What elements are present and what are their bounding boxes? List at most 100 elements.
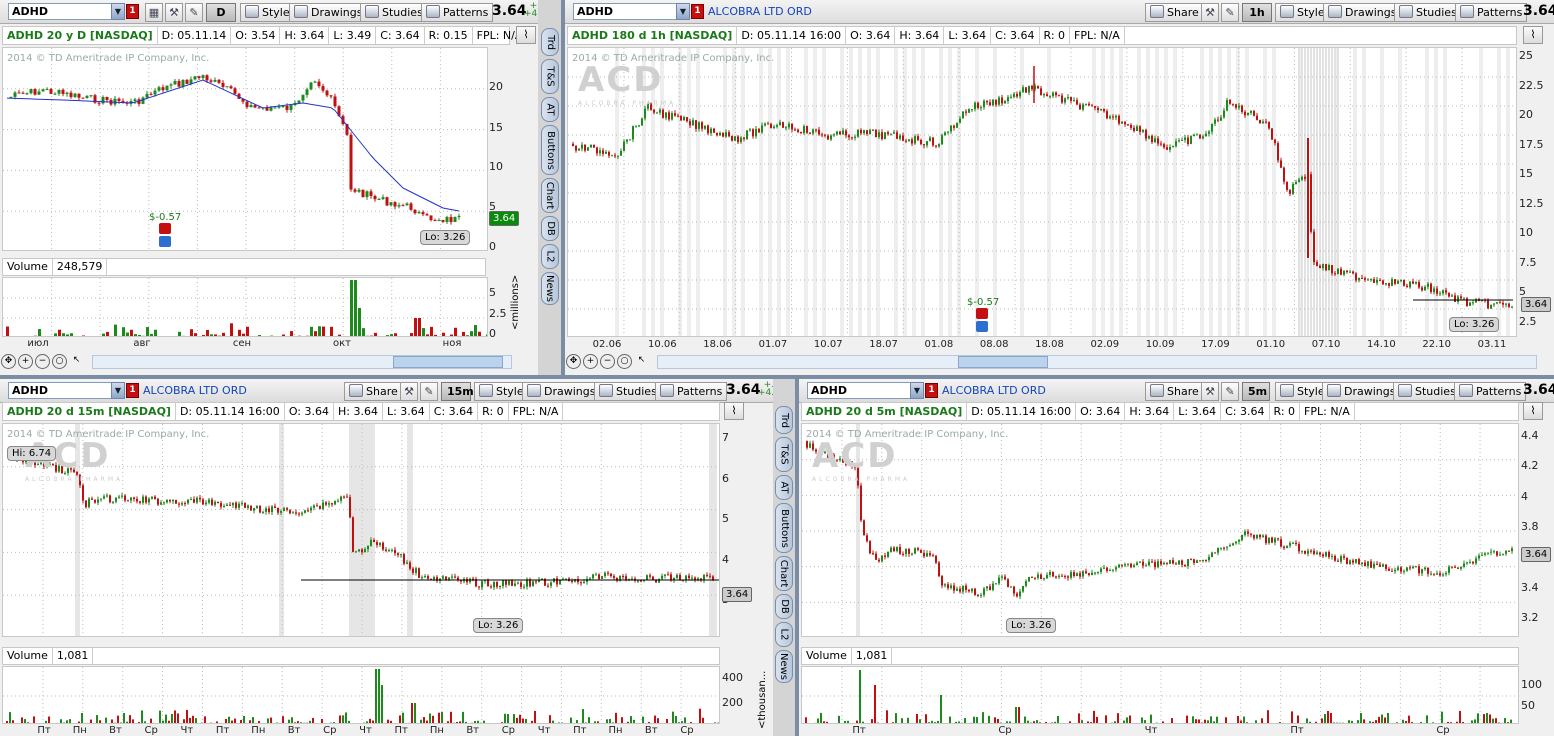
chart-settings-button[interactable]: ⌇ — [516, 26, 536, 44]
horizontal-scrollbar[interactable] — [92, 355, 512, 369]
side-tab-news[interactable]: News — [541, 272, 559, 305]
volume-plot[interactable] — [2, 277, 488, 337]
side-tab-l2[interactable]: L2 — [541, 244, 559, 269]
zoom-in-icon[interactable]: + — [18, 354, 33, 369]
price-plot[interactable]: 2014 © TD Ameritrade IP Company, Inc. AC… — [567, 47, 1517, 337]
candle-body — [1148, 135, 1150, 139]
side-tab-ts[interactable]: T&S — [775, 437, 793, 472]
chart-settings-button[interactable]: ⌇ — [724, 402, 744, 420]
side-tab-news[interactable]: News — [775, 650, 793, 683]
price-plot[interactable]: 2014 © TD Ameritrade IP Company, Inc. AC… — [2, 423, 720, 637]
chart-settings-button[interactable]: ⌇ — [1523, 26, 1543, 44]
settings-icon-button[interactable]: ⚒ — [400, 382, 418, 401]
link-color-button[interactable]: 1 — [691, 4, 704, 19]
candle-body — [316, 505, 318, 507]
tools-icon-button[interactable]: ✎ — [1221, 3, 1239, 22]
studies-button[interactable]: Studies — [1393, 382, 1461, 401]
side-tab-trd[interactable]: Trd — [541, 28, 559, 56]
earnings-icon[interactable] — [159, 223, 171, 234]
candle-body — [1160, 561, 1162, 565]
symbol-input[interactable]: ADHD — [8, 382, 112, 399]
symbol-dropdown-button[interactable]: ▼ — [111, 382, 125, 399]
patterns-button[interactable]: Patterns — [421, 3, 494, 22]
chart-settings-button[interactable]: ⌇ — [1523, 402, 1543, 420]
patterns-button[interactable]: Patterns — [1455, 3, 1528, 22]
link-color-button[interactable]: 1 — [126, 4, 139, 19]
drawings-button[interactable]: Drawings — [1322, 382, 1401, 401]
aggregation-button[interactable]: 5m — [1242, 382, 1270, 401]
side-tab-db[interactable]: DB — [541, 216, 559, 241]
candle-body — [285, 105, 289, 110]
style-button[interactable]: Style — [474, 382, 529, 401]
side-tab-ts[interactable]: T&S — [541, 59, 559, 94]
horizontal-scrollbar[interactable] — [657, 355, 1537, 369]
price-plot[interactable]: 2014 © TD Ameritrade IP Company, Inc. AC… — [801, 423, 1519, 637]
cursor-icon[interactable]: ↖ — [634, 354, 649, 369]
link-color-button[interactable]: 1 — [126, 383, 139, 398]
tools-icon-button[interactable]: ✎ — [185, 3, 203, 22]
share-button[interactable]: Share — [344, 382, 403, 401]
side-tab-buttons[interactable]: Buttons — [775, 503, 793, 553]
candle-body — [1166, 147, 1168, 150]
dividend-icon[interactable] — [159, 236, 171, 247]
side-tab-chart[interactable]: Chart — [775, 556, 793, 591]
settings-icon-button[interactable]: ⚒ — [165, 3, 183, 22]
studies-button[interactable]: Studies — [360, 3, 428, 22]
pan-icon[interactable]: ✥ — [1, 354, 16, 369]
side-tab-at[interactable]: AT — [541, 97, 559, 122]
side-tab-buttons[interactable]: Buttons — [541, 125, 559, 175]
cursor-icon[interactable]: ↖ — [69, 354, 84, 369]
volume-plot[interactable] — [2, 666, 720, 724]
toolbar: ADHD ▼ 1 ALCOBRA LTD ORD Share ⚒ ✎ 5m St… — [799, 379, 1554, 403]
volume-plot[interactable] — [801, 666, 1519, 724]
zoom-in-icon[interactable]: + — [583, 354, 598, 369]
symbol-dropdown-button[interactable]: ▼ — [910, 382, 924, 399]
settings-icon-button[interactable]: ⚒ — [1201, 3, 1219, 22]
symbol-dropdown-button[interactable]: ▼ — [111, 3, 125, 20]
earnings-icon[interactable] — [976, 308, 988, 319]
session-shade — [1313, 48, 1315, 336]
patterns-button[interactable]: Patterns — [655, 382, 728, 401]
zoom-out-icon[interactable]: − — [600, 354, 615, 369]
pan-icon[interactable]: ✥ — [566, 354, 581, 369]
symbol-input[interactable]: ADHD — [807, 382, 911, 399]
share-button[interactable]: Share — [1145, 3, 1204, 22]
drawings-button[interactable]: Drawings — [289, 3, 368, 22]
side-tab-l2[interactable]: L2 — [775, 622, 793, 647]
magnifier-icon[interactable]: ○ — [617, 354, 632, 369]
side-tab-chart[interactable]: Chart — [541, 178, 559, 213]
share-icon — [349, 384, 363, 397]
style-button[interactable]: Style — [1275, 3, 1330, 22]
volume-bar — [366, 335, 369, 336]
tools-icon-button[interactable]: ✎ — [420, 382, 438, 401]
aggregation-button[interactable]: 15m — [441, 382, 474, 401]
side-tab-db[interactable]: DB — [775, 594, 793, 619]
drawings-button[interactable]: Drawings — [522, 382, 601, 401]
dividend-icon[interactable] — [976, 321, 988, 332]
studies-button[interactable]: Studies — [594, 382, 662, 401]
price-plot[interactable]: 2014 © TD Ameritrade IP Company, Inc. — [2, 47, 488, 251]
patterns-button[interactable]: Patterns — [1454, 382, 1527, 401]
link-color-button[interactable]: 1 — [925, 383, 938, 398]
side-tab-trd[interactable]: Trd — [775, 406, 793, 434]
candle-body — [1247, 112, 1249, 116]
chart-icon-button[interactable]: ▦ — [145, 3, 163, 22]
zoom-out-icon[interactable]: − — [35, 354, 50, 369]
candle-body — [1031, 576, 1033, 578]
magnifier-icon[interactable]: ○ — [52, 354, 67, 369]
aggregation-button[interactable]: D — [206, 3, 236, 22]
share-button[interactable]: Share — [1145, 382, 1204, 401]
settings-icon-button[interactable]: ⚒ — [1201, 382, 1219, 401]
side-tab-at[interactable]: AT — [775, 475, 793, 500]
symbol-dropdown-button[interactable]: ▼ — [676, 3, 690, 20]
tools-icon-button[interactable]: ✎ — [1221, 382, 1239, 401]
symbol-input[interactable]: ADHD — [573, 3, 677, 20]
aggregation-button[interactable]: 1h — [1242, 3, 1272, 22]
drawings-button[interactable]: Drawings — [1323, 3, 1402, 22]
candle-body — [613, 576, 615, 579]
style-button[interactable]: Style — [240, 3, 295, 22]
studies-button[interactable]: Studies — [1394, 3, 1462, 22]
volume-bar — [540, 723, 542, 724]
symbol-input[interactable]: ADHD — [8, 3, 112, 20]
candle-body — [995, 99, 997, 105]
